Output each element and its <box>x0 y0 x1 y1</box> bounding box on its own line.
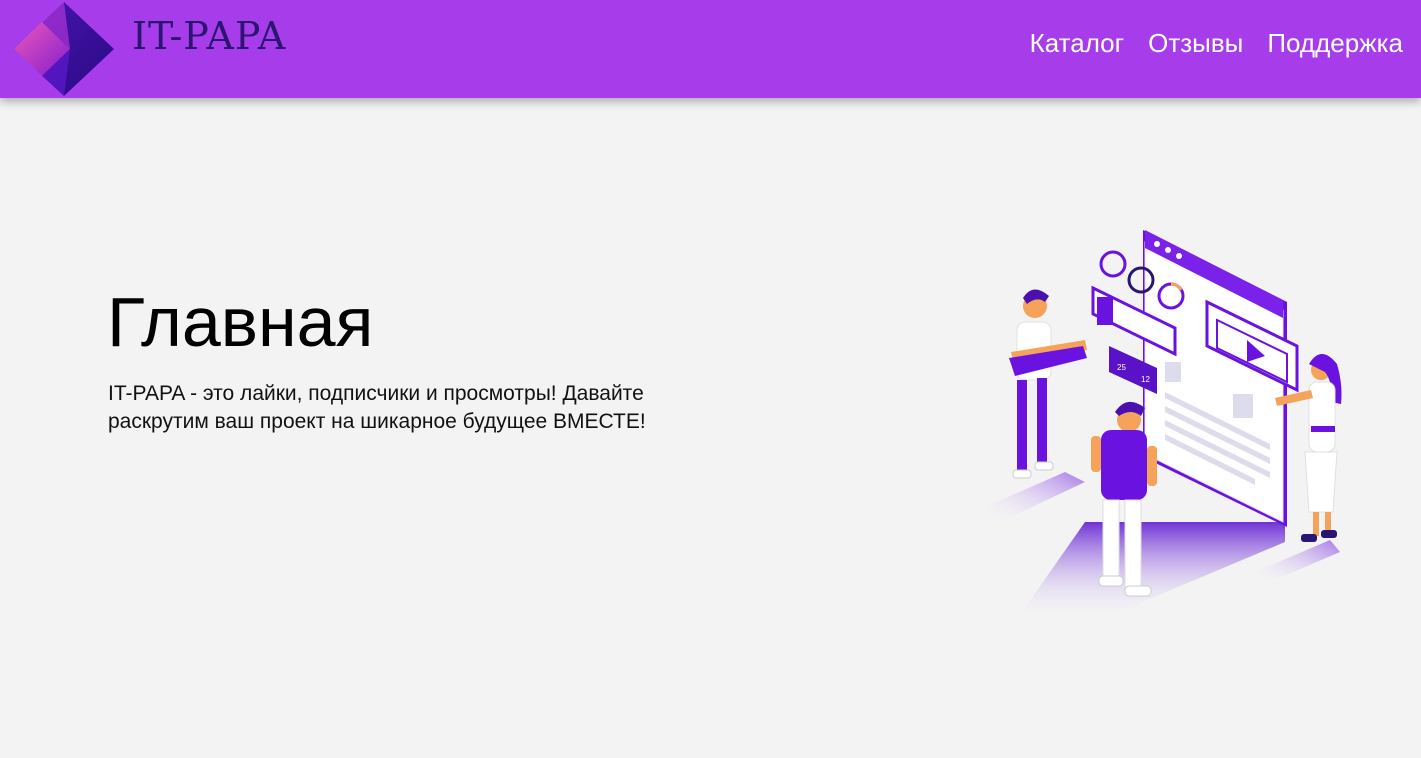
hero-description: IT-PAPA - это лайки, подписчики и просмо… <box>108 382 646 433</box>
main-nav: Каталог Отзывы Поддержка <box>1030 27 1403 59</box>
floor-shadow <box>1015 522 1285 622</box>
page-title: Главная <box>107 283 374 361</box>
comment-count: 12 <box>1141 375 1150 384</box>
logo-text: IT-PAPA <box>132 14 287 58</box>
floor-stripe-left <box>985 472 1085 522</box>
social-media-team-illustration: 25 12 <box>985 230 1342 622</box>
nav-link-support[interactable]: Поддержка <box>1267 27 1403 59</box>
logo-link[interactable]: IT-PAPA <box>10 0 310 98</box>
nav-link-catalog[interactable]: Каталог <box>1030 27 1125 59</box>
nav-link-reviews[interactable]: Отзывы <box>1148 27 1243 59</box>
browser-panel <box>1143 230 1287 527</box>
diamond-cube-logo-icon <box>14 2 114 96</box>
like-count: 25 <box>1117 363 1126 372</box>
person-with-laptop <box>1009 289 1087 479</box>
site-header: IT-PAPA Каталог Отзывы Поддержка <box>0 0 1421 98</box>
